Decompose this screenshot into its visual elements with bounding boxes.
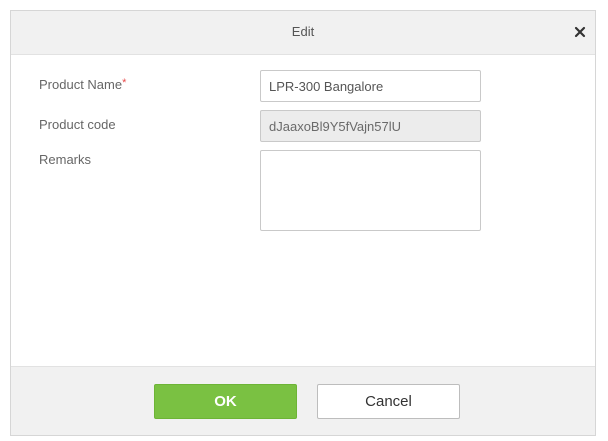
dialog-footer: OK Cancel [11,366,595,435]
dialog-titlebar: Edit [11,11,595,55]
product-name-label-text: Product Name [39,77,123,92]
remarks-label: Remarks [39,152,92,167]
dialog-title: Edit [291,24,315,39]
close-icon [567,19,593,45]
required-mark: * [122,77,127,89]
edit-dialog: Edit Product Name* Product code Remarks … [10,10,596,436]
product-code-input[interactable] [260,110,481,142]
ok-button[interactable]: OK [154,384,297,419]
close-button[interactable] [567,19,593,45]
product-code-label: Product code [39,117,116,132]
remarks-textarea[interactable] [260,150,481,231]
cancel-button[interactable]: Cancel [317,384,460,419]
product-name-label: Product Name* [39,77,126,92]
product-name-input[interactable] [260,70,481,102]
